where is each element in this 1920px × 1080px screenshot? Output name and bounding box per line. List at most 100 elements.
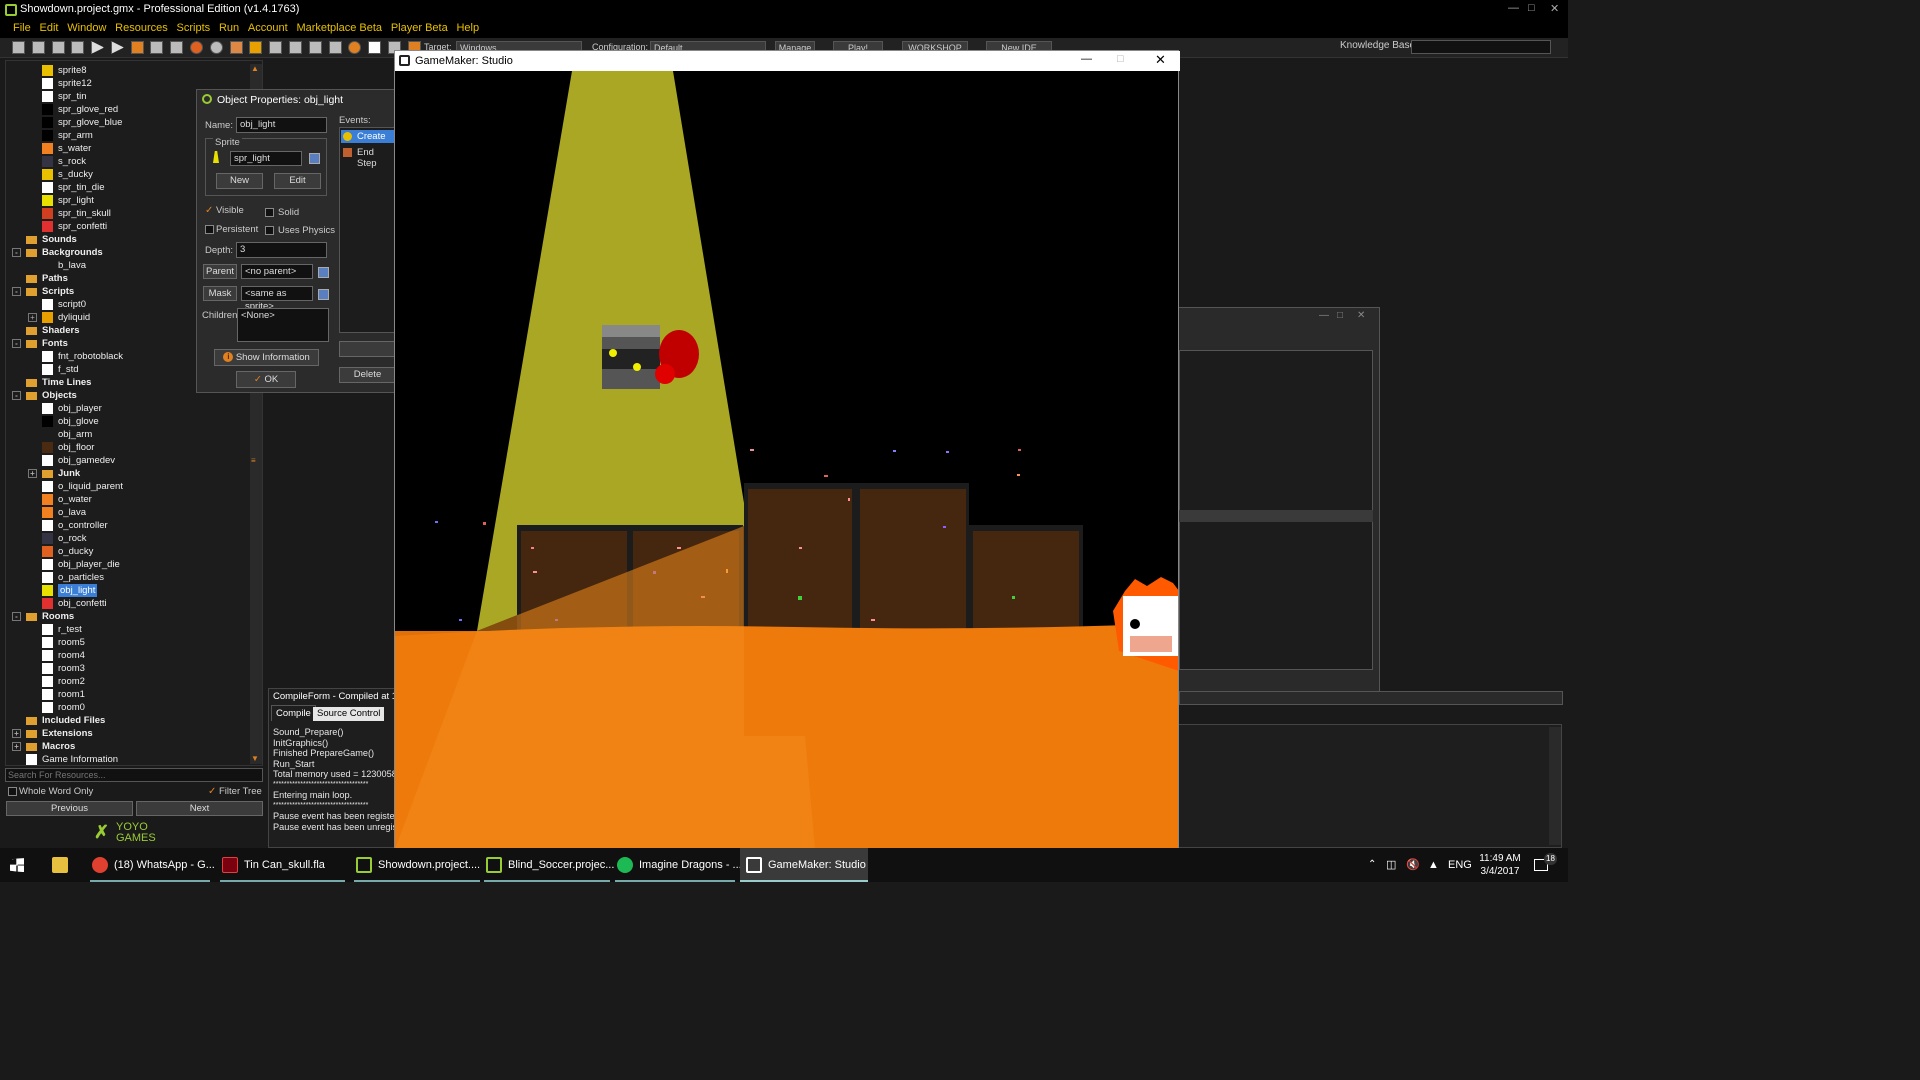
menu-marketplace[interactable]: Marketplace Beta xyxy=(296,22,382,34)
add-event-button[interactable] xyxy=(339,341,396,357)
name-field[interactable]: obj_light xyxy=(236,117,327,133)
create-exe-icon[interactable] xyxy=(170,41,184,54)
file-explorer-button[interactable] xyxy=(52,848,74,882)
delete-event-button[interactable]: Delete xyxy=(339,367,396,383)
room-icon[interactable] xyxy=(368,41,382,54)
language-indicator[interactable]: ENG xyxy=(1448,848,1472,882)
clean-icon[interactable] xyxy=(150,41,164,54)
depth-field[interactable]: 3 xyxy=(236,242,327,258)
start-button[interactable] xyxy=(10,848,24,882)
taskbar-item-gamemaker[interactable]: GameMaker: Studio xyxy=(740,848,868,882)
edit-sprite-button[interactable]: Edit xyxy=(274,173,321,189)
new-file-icon[interactable] xyxy=(12,41,25,54)
event-create[interactable]: Create xyxy=(341,130,396,143)
notification-center-icon[interactable]: 18 xyxy=(1534,848,1557,882)
menu-file[interactable]: File xyxy=(13,22,31,34)
menu-account[interactable]: Account xyxy=(248,22,288,34)
uses-physics-checkbox[interactable] xyxy=(265,226,274,235)
game-maximize-icon[interactable]: □ xyxy=(1117,53,1124,65)
tab-source-control[interactable]: Source Control xyxy=(313,707,385,721)
taskbar-item-blind-soccer[interactable]: Blind_Soccer.projec... xyxy=(484,848,614,882)
whole-word-checkbox[interactable] xyxy=(8,787,17,796)
show-hidden-icons[interactable]: ⌃ xyxy=(1368,848,1376,882)
path-icon[interactable] xyxy=(249,41,263,54)
export-icon[interactable] xyxy=(71,41,85,54)
debug-run-icon[interactable] xyxy=(110,41,124,54)
expand-icon[interactable]: + xyxy=(12,742,21,751)
resource-thumbnail-icon xyxy=(42,65,53,76)
mask-field[interactable]: <same as sprite> xyxy=(241,286,313,312)
resource-thumbnail-icon xyxy=(42,143,53,154)
script-icon[interactable] xyxy=(269,41,283,54)
children-list[interactable]: <None> xyxy=(237,308,329,342)
parent-button[interactable]: Parent xyxy=(203,264,237,279)
collapse-icon[interactable]: - xyxy=(12,391,21,400)
mask-menu-icon[interactable] xyxy=(318,289,329,300)
solid-checkbox[interactable] xyxy=(265,208,274,217)
mask-button[interactable]: Mask xyxy=(203,286,237,301)
filter-tree-checkbox[interactable]: ✓ xyxy=(208,787,216,797)
timeline-icon[interactable] xyxy=(328,41,342,54)
game-minimize-icon[interactable]: — xyxy=(1081,53,1092,65)
panel-maximize-icon[interactable]: □ xyxy=(1337,310,1343,321)
wifi-icon[interactable]: ▲ xyxy=(1428,848,1439,882)
show-information-button[interactable]: i Show Information xyxy=(214,349,319,366)
menu-help[interactable]: Help xyxy=(456,22,479,34)
collapse-icon[interactable]: - xyxy=(12,612,21,621)
expand-icon[interactable]: + xyxy=(12,729,21,738)
menu-run[interactable]: Run xyxy=(219,22,239,34)
minimize-icon[interactable]: — xyxy=(1508,2,1519,14)
collapse-icon[interactable]: - xyxy=(12,339,21,348)
game-close-icon[interactable]: ✕ xyxy=(1155,52,1166,68)
folder-icon xyxy=(42,470,53,478)
network-tray-icon[interactable]: ◫ xyxy=(1386,848,1396,882)
resource-search-input[interactable] xyxy=(5,768,263,782)
ok-button[interactable]: ✓ OK xyxy=(236,371,296,388)
run-icon[interactable] xyxy=(91,41,105,54)
maximize-icon[interactable]: □ xyxy=(1528,2,1535,14)
close-icon[interactable]: ✕ xyxy=(1550,2,1559,15)
stop-icon[interactable] xyxy=(130,41,144,54)
tree-item-label: Junk xyxy=(58,468,81,479)
knowledge-base-input[interactable] xyxy=(1411,40,1551,54)
taskbar-item-whatsapp[interactable]: (18) WhatsApp - G... xyxy=(90,848,215,882)
next-button[interactable]: Next xyxy=(136,801,263,816)
parent-menu-icon[interactable] xyxy=(318,267,329,278)
shader-icon[interactable] xyxy=(288,41,302,54)
sprite-icon[interactable] xyxy=(190,41,204,54)
font-icon[interactable] xyxy=(308,41,322,54)
collapse-icon[interactable]: - xyxy=(12,248,21,257)
menu-scripts[interactable]: Scripts xyxy=(177,22,211,34)
persistent-checkbox[interactable] xyxy=(205,225,214,234)
sprite-field[interactable]: spr_light xyxy=(230,151,302,166)
menu-edit[interactable]: Edit xyxy=(40,22,59,34)
taskbar-item-spotify[interactable]: Imagine Dragons - ... xyxy=(615,848,742,882)
visible-checkbox[interactable]: ✓ xyxy=(205,205,213,216)
panel-close-icon[interactable]: ✕ xyxy=(1357,310,1365,321)
expand-icon[interactable]: + xyxy=(28,469,37,478)
sound-icon[interactable] xyxy=(209,41,223,54)
visible-label: Visible xyxy=(216,205,244,216)
event-end-step[interactable]: End Step xyxy=(341,146,396,169)
parent-field[interactable]: <no parent> xyxy=(241,264,313,279)
clock[interactable]: 11:49 AM 3/4/2017 xyxy=(1474,852,1526,878)
sprite-menu-icon[interactable] xyxy=(309,153,320,164)
new-sprite-button[interactable]: New xyxy=(216,173,263,189)
expand-icon[interactable]: + xyxy=(28,313,37,322)
menu-player-beta[interactable]: Player Beta xyxy=(391,22,448,34)
previous-button[interactable]: Previous xyxy=(6,801,133,816)
taskbar-item-flash[interactable]: Tin Can_skull.fla xyxy=(220,848,345,882)
background-icon[interactable] xyxy=(229,41,243,54)
menu-window[interactable]: Window xyxy=(67,22,106,34)
game-canvas[interactable] xyxy=(395,71,1178,849)
save-icon[interactable] xyxy=(51,41,65,54)
collapse-icon[interactable]: - xyxy=(12,287,21,296)
speaker-muted-icon[interactable]: 🔇 xyxy=(1406,848,1420,882)
menu-resources[interactable]: Resources xyxy=(115,22,168,34)
open-icon[interactable] xyxy=(31,41,45,54)
taskbar-item-showdown[interactable]: Showdown.project.... xyxy=(354,848,480,882)
panel-minimize-icon[interactable]: — xyxy=(1319,310,1329,321)
object-icon[interactable] xyxy=(348,41,362,54)
tab-compile[interactable]: Compile xyxy=(271,705,316,721)
resource-thumbnail-icon xyxy=(42,702,53,713)
